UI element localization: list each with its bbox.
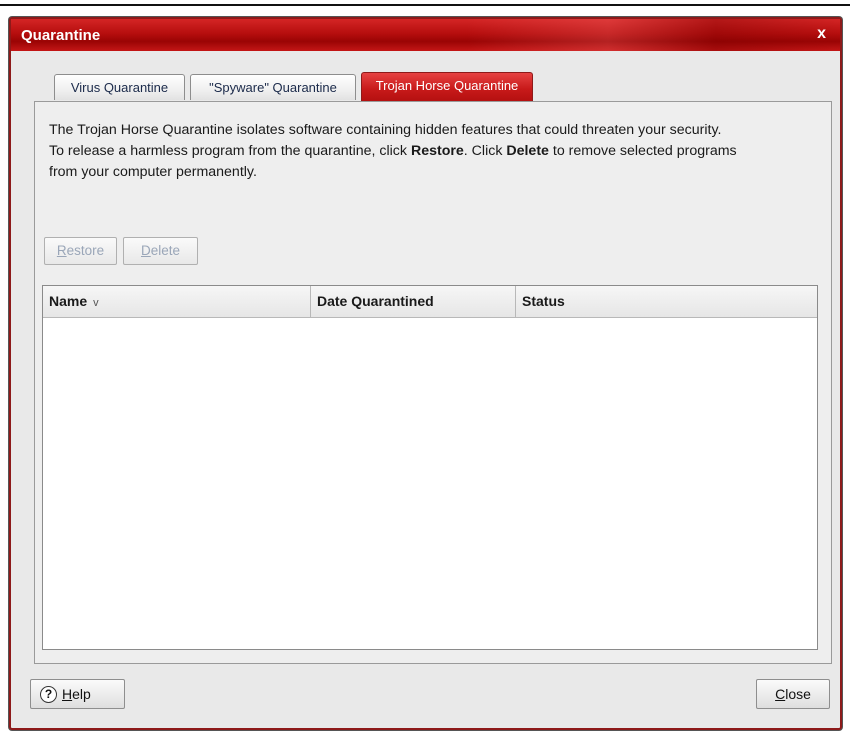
screen-top-divider bbox=[0, 4, 850, 6]
column-header-label: Name bbox=[49, 293, 88, 309]
column-header-label: Status bbox=[522, 293, 565, 309]
tab-virus-quarantine[interactable]: Virus Quarantine bbox=[54, 74, 185, 100]
quarantine-dialog: Quarantine x Virus Quarantine "Spyware" … bbox=[9, 17, 842, 730]
sort-descending-icon: v bbox=[93, 297, 99, 309]
restore-button[interactable]: Restore bbox=[44, 237, 117, 265]
column-header-label: Date Quarantined bbox=[317, 293, 434, 309]
help-icon: ? bbox=[40, 685, 57, 703]
close-icon[interactable]: x bbox=[817, 25, 826, 43]
description-text: The Trojan Horse Quarantine isolates sof… bbox=[49, 120, 827, 183]
table-body bbox=[43, 318, 817, 649]
delete-mnemonic: D bbox=[140, 243, 151, 258]
tab-label: "Spyware" Quarantine bbox=[209, 80, 337, 95]
restore-mnemonic: R bbox=[56, 243, 67, 258]
help-button[interactable]: ? Help bbox=[30, 679, 125, 709]
description-line-1: The Trojan Horse Quarantine isolates sof… bbox=[49, 122, 722, 138]
help-label: elp bbox=[72, 686, 91, 702]
help-mnemonic: H bbox=[62, 686, 73, 702]
delete-label: elete bbox=[150, 243, 181, 258]
tab-spyware-quarantine[interactable]: "Spyware" Quarantine bbox=[190, 74, 356, 100]
tab-trojan-horse-quarantine[interactable]: Trojan Horse Quarantine bbox=[361, 72, 533, 102]
close-label: lose bbox=[785, 686, 811, 702]
description-line-2: To release a harmless program from the q… bbox=[49, 141, 827, 162]
description-line-3: from your computer permanently. bbox=[49, 164, 257, 180]
column-header-date-quarantined[interactable]: Date Quarantined bbox=[311, 286, 516, 317]
restore-label: estore bbox=[66, 243, 105, 258]
tab-content-panel: The Trojan Horse Quarantine isolates sof… bbox=[34, 101, 832, 664]
column-header-status[interactable]: Status bbox=[516, 286, 817, 317]
title-bar[interactable]: Quarantine x bbox=[11, 19, 840, 51]
delete-button[interactable]: Delete bbox=[123, 237, 198, 265]
restore-keyword: Restore bbox=[410, 143, 464, 159]
close-mnemonic: C bbox=[775, 686, 786, 702]
description-text-part: to remove selected programs bbox=[548, 143, 737, 159]
close-button[interactable]: Close bbox=[756, 679, 830, 709]
window-title: Quarantine bbox=[21, 27, 101, 44]
description-text-part: . Click bbox=[463, 143, 507, 159]
column-header-name[interactable]: Name v bbox=[43, 286, 311, 317]
quarantine-table[interactable]: Name v Date Quarantined Status bbox=[42, 285, 818, 650]
delete-keyword: Delete bbox=[506, 143, 549, 159]
table-header: Name v Date Quarantined Status bbox=[43, 286, 817, 318]
tab-label: Trojan Horse Quarantine bbox=[375, 78, 519, 93]
description-text-part: To release a harmless program from the q… bbox=[49, 143, 411, 159]
tab-label: Virus Quarantine bbox=[70, 80, 169, 95]
